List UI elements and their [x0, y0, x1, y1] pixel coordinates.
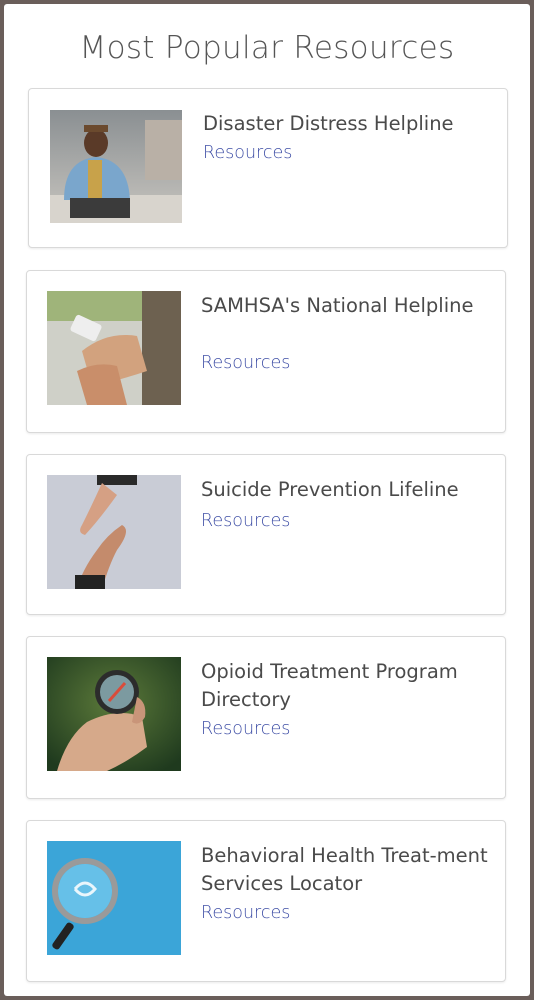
magnifying-glass-photo: [47, 841, 181, 955]
reaching-hands-photo: [47, 475, 181, 589]
hands-phone-photo: [47, 291, 181, 405]
resource-card-samhsa-helpline[interactable]: SAMHSA's National Helpline Resources: [26, 270, 506, 433]
card-title[interactable]: Suicide Prevention Lifeline: [201, 476, 491, 504]
resource-card-disaster-distress[interactable]: Disaster Distress Helpline Resources: [28, 88, 508, 248]
resource-card-opioid-treatment[interactable]: Opioid Treatment Program Directory Resou…: [26, 636, 506, 799]
card-title[interactable]: SAMHSA's National Helpline: [201, 292, 491, 320]
resource-card-behavioral-health-locator[interactable]: Behavioral Health Treat-ment Services Lo…: [26, 820, 506, 982]
card-title[interactable]: Opioid Treatment Program Directory: [201, 658, 491, 714]
compass-in-hand-photo: [47, 657, 181, 771]
card-title[interactable]: Disaster Distress Helpline: [203, 110, 493, 138]
man-sitting-photo: [50, 110, 182, 223]
resources-link[interactable]: Resources: [201, 511, 290, 531]
card-title[interactable]: Behavioral Health Treat-ment Services Lo…: [201, 842, 491, 898]
resources-link[interactable]: Resources: [201, 903, 290, 923]
resources-link[interactable]: Resources: [201, 719, 290, 739]
resource-card-suicide-prevention[interactable]: Suicide Prevention Lifeline Resources: [26, 454, 506, 615]
page-title: Most Popular Resources: [79, 30, 455, 66]
resources-link[interactable]: Resources: [201, 353, 290, 373]
resources-link[interactable]: Resources: [203, 143, 292, 163]
